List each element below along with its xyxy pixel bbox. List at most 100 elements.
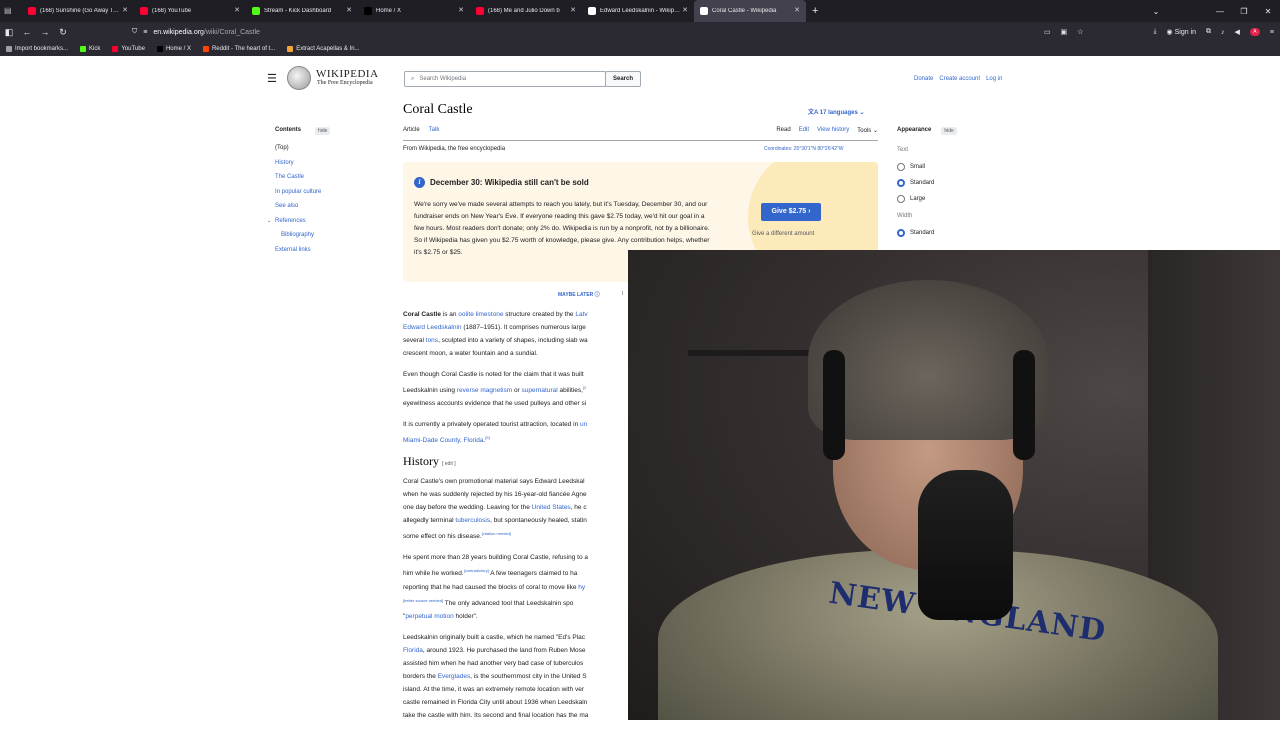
sign-in-button[interactable]: ◉ Sign in [1167, 28, 1196, 36]
bookmark-label: Import bookmarks... [15, 46, 69, 52]
tab-close-icon[interactable]: ✕ [122, 6, 128, 14]
url-bar[interactable]: ⛉ ≡ en.wikipedia.org/wiki/Coral_Castle [132, 24, 1092, 40]
give-different-amount-link[interactable]: Give a different amount [752, 231, 814, 237]
chevron-down-icon[interactable]: ⌄ [1144, 7, 1168, 16]
browser-tab[interactable]: (168) Me and Julio Down b ✕ [470, 0, 582, 22]
give-button[interactable]: Give $2.75 › [761, 203, 821, 221]
reload-button[interactable]: ↻ [54, 27, 72, 38]
toc-item-the-castle[interactable]: The Castle [275, 174, 385, 189]
donate-link[interactable]: Donate [914, 76, 933, 82]
toc-item-references[interactable]: ⌄ References [267, 218, 385, 233]
wikipedia-globe-logo[interactable] [287, 66, 311, 90]
text-size-standard-option[interactable]: Standard [897, 175, 1017, 191]
personal-links: Donate Create account Log in [914, 76, 1002, 82]
search-button[interactable]: Search [605, 71, 641, 87]
tab-tools[interactable]: Tools ⌄ [857, 127, 878, 139]
toc-item-external-links[interactable]: External links [275, 247, 385, 262]
appearance-hide-button[interactable]: hide [941, 127, 957, 135]
addon-icon[interactable]: A [1249, 28, 1260, 36]
tab-close-icon[interactable]: ✕ [234, 6, 240, 14]
login-link[interactable]: Log in [986, 76, 1002, 82]
tab-article[interactable]: Article [403, 127, 420, 139]
coordinates-link[interactable]: Coordinates: 25°30′1″N 80°26′42″W [764, 146, 843, 152]
tab-close-icon[interactable]: ✕ [346, 6, 352, 14]
screenshot-icon[interactable]: ▣ [1061, 28, 1068, 36]
from-wikipedia: From Wikipedia, the free encyclopedia [403, 146, 506, 152]
bookmark-item[interactable]: Kick [80, 46, 100, 52]
downloads-icon[interactable]: ⤓ [1153, 28, 1156, 36]
browser-tab[interactable]: Edward Leedskalnin - Wikipedia ✕ [582, 0, 694, 22]
browser-tab[interactable]: (168) YouTube ✕ [134, 0, 246, 22]
search-input[interactable]: ⌕ Search Wikipedia [404, 71, 606, 87]
radio-button[interactable] [897, 163, 905, 171]
browser-tab[interactable]: Coral Castle - Wikipedia ✕ [694, 0, 806, 22]
chevron-down-icon[interactable]: ⌄ [267, 218, 271, 224]
back-button[interactable]: ← [18, 27, 36, 37]
tab-read[interactable]: Read [776, 127, 790, 139]
tab-label: (168) YouTube [152, 8, 192, 14]
bookmark-star-icon[interactable]: ☆ [1077, 28, 1083, 36]
bookmark-item[interactable]: Home / X [156, 46, 191, 52]
reader-view-icon[interactable]: ▭ [1044, 28, 1051, 36]
sidebar-toggle-icon[interactable]: ◧ [0, 27, 18, 38]
banner-more-link[interactable]: I [622, 291, 623, 297]
bookmark-item[interactable]: Import bookmarks... [6, 46, 68, 52]
bookmark-item[interactable]: Reddit - The heart of t... [202, 46, 275, 52]
main-menu-icon[interactable]: ☰ [267, 72, 277, 85]
bookmark-item[interactable]: Extract Acapellas & In... [287, 46, 360, 52]
text-size-large-option[interactable]: Large [897, 191, 1017, 207]
bookmark-favicon-icon [287, 46, 294, 52]
banner-heading: December 30: Wikipedia still can't be so… [430, 178, 589, 187]
browser-tab[interactable]: (168) Sunshine (Go Away Today) ✕ [22, 0, 134, 22]
menu-icon[interactable]: ≡ [1270, 29, 1274, 36]
tab-favicon-icon [364, 7, 372, 15]
toc-item-see-also[interactable]: See also [275, 203, 385, 218]
radio-button-selected[interactable] [897, 229, 905, 237]
tab-close-icon[interactable]: ✕ [682, 6, 688, 14]
text-size-small-option[interactable]: Small [897, 159, 1017, 175]
microphone-icon [918, 470, 1013, 620]
maybe-later-button[interactable]: MAYBE LATER ⓘ [558, 291, 600, 298]
toolbar-right: ▭ ▣ ☆ ⤓ ◉ Sign in ⧉ ♪ ◀ A ≡ [1044, 22, 1274, 42]
width-label: Width [897, 213, 913, 219]
extensions-icon[interactable]: ⧉ [1206, 28, 1211, 36]
toc-item-top[interactable]: (Top) [275, 145, 385, 160]
forward-button[interactable]: → [36, 27, 54, 37]
languages-button[interactable]: 文A 17 languages ⌄ [808, 107, 865, 116]
tab-close-icon[interactable]: ✕ [794, 6, 800, 14]
toc-item-popular-culture[interactable]: In popular culture [275, 189, 385, 204]
toc-hide-button[interactable]: hide [315, 127, 331, 135]
wiki-wordmark[interactable]: WIKIPEDIA [316, 68, 379, 80]
shield-icon[interactable]: ⛉ [132, 28, 137, 36]
tab-list-icon[interactable]: ▤ [4, 6, 12, 15]
browser-tab[interactable]: Stream - Kick Dashboard ✕ [246, 0, 358, 22]
intro-paragraph-1: Coral Castle is an oolite limestone stru… [403, 311, 588, 357]
tab-close-icon[interactable]: ✕ [570, 6, 576, 14]
give-button-label: Give $2.75 [771, 208, 807, 215]
radio-button[interactable] [897, 195, 905, 203]
edit-section-link[interactable]: [ edit ] [442, 461, 456, 467]
intro-paragraph-3: It is currently a privately operated tou… [403, 421, 588, 445]
page-info-icon[interactable]: ≡ [143, 29, 147, 36]
minimize-button[interactable]: — [1208, 7, 1232, 16]
bookmark-item[interactable]: YouTube [112, 46, 145, 52]
article-body: Coral Castle is an oolite limestone stru… [403, 308, 629, 730]
tab-view-history[interactable]: View history [817, 127, 849, 139]
toc-item-history[interactable]: History [275, 160, 385, 175]
intro-paragraph-2: Even though Coral Castle is noted for th… [403, 371, 587, 408]
tab-close-icon[interactable]: ✕ [458, 6, 464, 14]
audio-icon[interactable]: ♪ [1221, 29, 1225, 36]
new-tab-button[interactable]: + [812, 5, 818, 17]
tab-edit[interactable]: Edit [799, 127, 809, 139]
radio-button-selected[interactable] [897, 179, 905, 187]
chevron-down-icon: ⌄ [859, 110, 865, 116]
tab-talk[interactable]: Talk [429, 127, 440, 139]
create-account-link[interactable]: Create account [939, 76, 980, 82]
browser-tab[interactable]: Home / X ✕ [358, 0, 470, 22]
bookmark-label: Kick [89, 46, 101, 52]
speaker-icon[interactable]: ◀ [1235, 28, 1240, 36]
toc-item-bibliography[interactable]: Bibliography [275, 232, 385, 247]
maximize-button[interactable]: ❐ [1232, 7, 1256, 16]
close-window-button[interactable]: ✕ [1256, 7, 1280, 16]
width-standard-option[interactable]: Standard [897, 225, 1017, 241]
